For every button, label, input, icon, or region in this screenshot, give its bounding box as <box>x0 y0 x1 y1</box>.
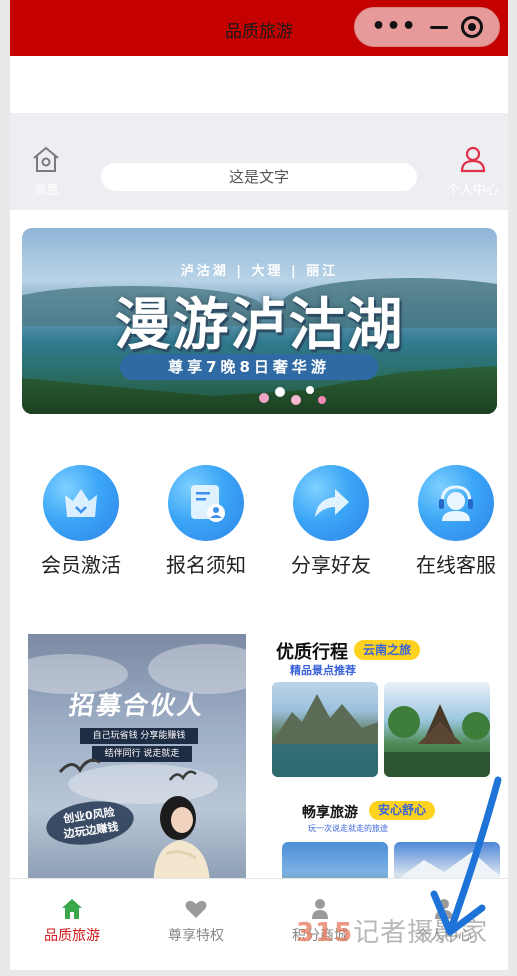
message-button[interactable]: 消息 <box>28 145 64 198</box>
user-center-button[interactable]: 个人中心 <box>440 145 506 198</box>
partner-badge: 创业0风险 边玩边赚钱 <box>43 796 137 850</box>
feature-online-service[interactable]: 在线客服 <box>401 465 508 578</box>
banner-subtitle: 泸沽湖 | 大理 | 丽江 <box>180 264 339 279</box>
itinerary-subtitle: 精品景点推荐 <box>290 664 356 677</box>
watermark-number: 315 <box>296 918 354 948</box>
tab-vip-privilege[interactable]: 尊享特权 <box>134 897 258 945</box>
enjoy-travel-title: 畅享旅游 <box>302 805 358 821</box>
tab-quality-travel[interactable]: 品质旅游 <box>10 897 134 945</box>
search-input[interactable]: 这是文字 <box>101 163 417 191</box>
more-menu-button[interactable]: ••• <box>371 16 416 38</box>
scenery-photo-temple[interactable] <box>384 682 490 777</box>
seagull-icon <box>58 758 101 774</box>
user-outline-icon <box>460 146 486 173</box>
flowers-decoration <box>259 386 326 405</box>
crown-icon <box>65 489 97 517</box>
tab-label: 品质旅游 <box>44 928 100 944</box>
itinerary-tag: 云南之旅 <box>354 640 421 660</box>
enjoy-travel-subtitle: 玩一次说走就走的旅途 <box>308 824 388 833</box>
tab-label: 尊享特权 <box>168 928 224 944</box>
minimize-button[interactable] <box>429 25 448 29</box>
promo-banner[interactable]: 泸沽湖 | 大理 | 丽江 漫游泸沽湖 尊享7晚8日奢华游 <box>22 228 497 414</box>
partner-line1: 自己玩省钱 分享能赚钱 <box>80 728 198 744</box>
phone-screen: 品质旅游 ••• 消息 这是文字 个人中心 泸沽湖 | 大理 | 丽江 漫游泸沽… <box>10 0 508 970</box>
feature-label: 在线客服 <box>416 553 496 577</box>
mini-program-capsule: ••• <box>354 7 500 47</box>
feature-share-friends[interactable]: 分享好友 <box>276 465 386 578</box>
itinerary-title: 优质行程 <box>276 642 348 663</box>
feature-signup-notice[interactable]: 报名须知 <box>151 465 261 578</box>
banner-ribbon: 尊享7晚8日奢华游 <box>120 354 378 380</box>
home-outline-icon <box>33 146 59 172</box>
seagull-icon <box>168 770 197 781</box>
document-user-icon <box>191 485 225 522</box>
partner-line2: 结伴同行 说走就走 <box>92 746 192 762</box>
title-bar: 品质旅游 ••• <box>10 0 508 56</box>
share-arrow-icon <box>315 489 349 517</box>
feature-label: 分享好友 <box>291 553 371 577</box>
close-target-button[interactable] <box>460 16 483 38</box>
headset-icon <box>439 485 473 521</box>
woman-illustration <box>153 796 211 884</box>
header-bar: 消息 这是文字 个人中心 <box>10 113 508 210</box>
heart-icon <box>185 900 207 918</box>
partner-title: 招募合伙人 <box>67 691 207 720</box>
user-center-label: 个人中心 <box>446 183 499 198</box>
feature-label: 会员激活 <box>41 553 121 577</box>
annotation-arrow-icon <box>430 776 502 936</box>
feature-label: 报名须知 <box>166 553 246 577</box>
feature-member-activate[interactable]: 会员激活 <box>26 465 136 578</box>
message-label: 消息 <box>32 183 59 198</box>
scenery-photo-karst[interactable] <box>272 682 378 777</box>
partner-recruit-card[interactable]: 招募合伙人 自己玩省钱 分享能赚钱 结伴同行 说走就走 创业0风险 边玩边赚钱 <box>28 634 246 884</box>
feature-grid: 会员激活 报名须知 分享好友 在线客服 <box>10 465 508 580</box>
home-icon <box>62 899 82 919</box>
banner-headline: 漫游泸沽湖 <box>114 292 405 358</box>
